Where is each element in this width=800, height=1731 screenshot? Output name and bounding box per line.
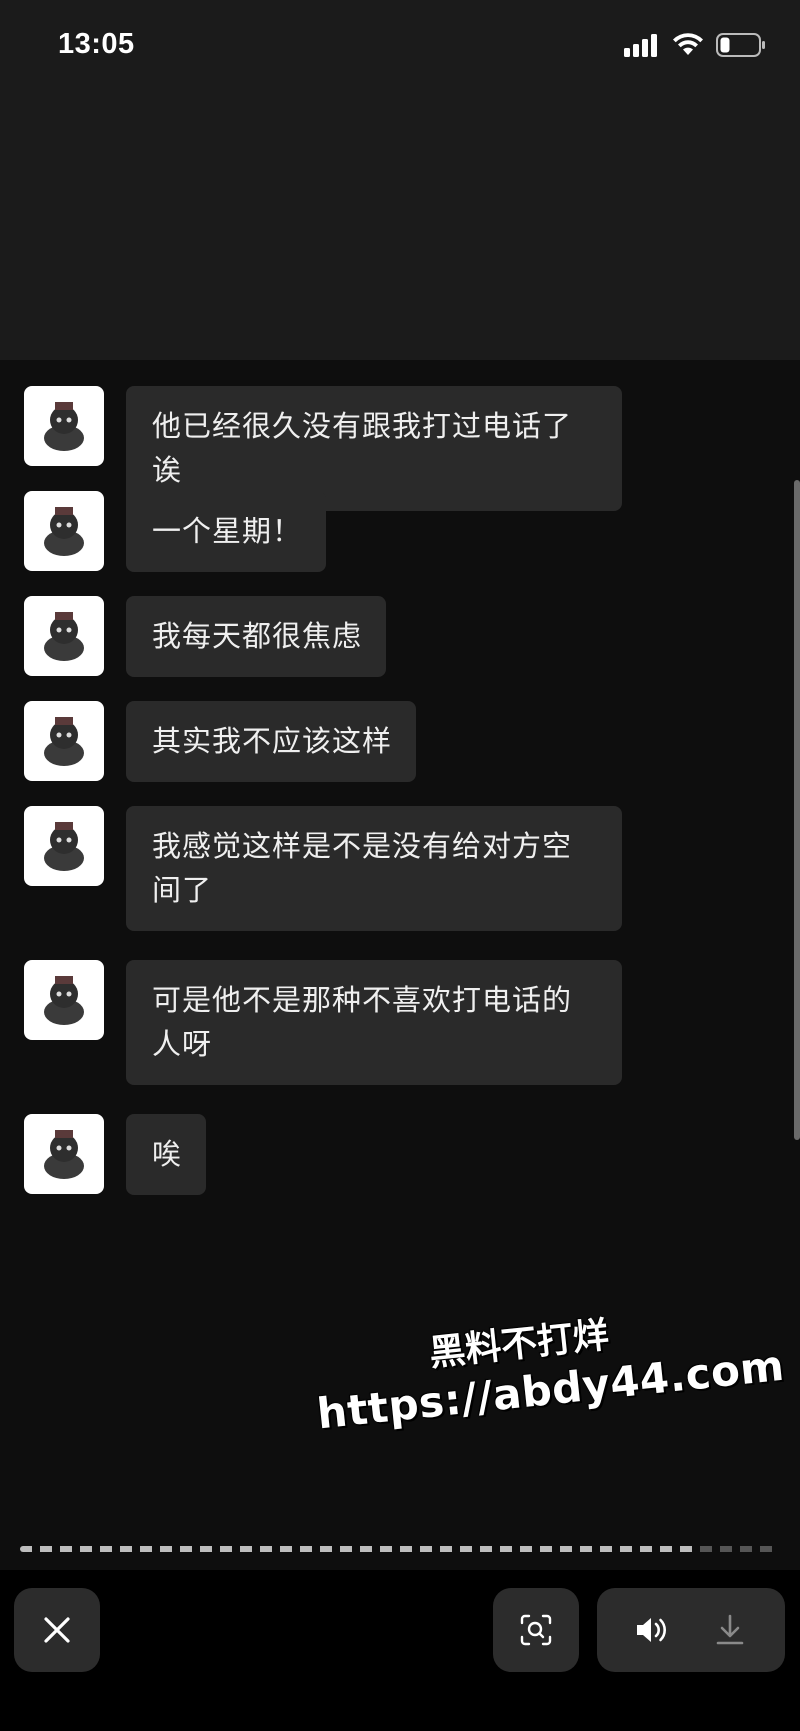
playback-progress[interactable] [20, 1546, 780, 1552]
status-time: 13:05 [58, 28, 135, 60]
wifi-icon [672, 33, 704, 61]
message-bubble[interactable]: 可是他不是那种不喜欢打电话的人呀 [126, 960, 622, 1085]
avatar[interactable] [24, 1114, 104, 1194]
speaker-button[interactable] [622, 1600, 682, 1660]
battery-icon [716, 32, 766, 62]
chat-message: 我感觉这样是不是没有给对方空间了 [24, 806, 622, 931]
message-bubble[interactable]: 我感觉这样是不是没有给对方空间了 [126, 806, 622, 931]
top-area: 13:05 [0, 0, 800, 360]
signal-icon [624, 33, 660, 61]
scrollbar[interactable] [794, 480, 800, 1140]
chat-message: 可是他不是那种不喜欢打电话的人呀 [24, 960, 622, 1085]
media-controls [597, 1588, 785, 1672]
avatar[interactable] [24, 701, 104, 781]
avatar[interactable] [24, 960, 104, 1040]
avatar[interactable] [24, 386, 104, 466]
playback-progress-remaining [700, 1546, 780, 1552]
scan-text-icon [520, 1614, 552, 1646]
status-icons [624, 32, 766, 62]
avatar-icon [44, 976, 84, 1025]
avatar-icon [44, 822, 84, 871]
chat-message: 一个星期！ [24, 491, 327, 572]
message-bubble[interactable]: 其实我不应该这样 [126, 701, 417, 782]
close-icon [44, 1617, 70, 1643]
speaker-icon [637, 1618, 666, 1642]
message-bubble[interactable]: 唉 [126, 1114, 207, 1195]
avatar-icon [44, 402, 84, 451]
chat-message: 我每天都很焦虑 [24, 596, 387, 677]
scan-text-button[interactable] [493, 1588, 579, 1672]
chat-message: 唉 [24, 1114, 207, 1195]
message-bubble[interactable]: 我每天都很焦虑 [126, 596, 387, 677]
avatar-icon [44, 507, 84, 556]
avatar-icon [44, 717, 84, 766]
download-button[interactable] [700, 1600, 760, 1660]
download-icon [716, 1614, 744, 1645]
avatar-icon [44, 1130, 84, 1179]
avatar[interactable] [24, 596, 104, 676]
avatar[interactable] [24, 806, 104, 886]
avatar-icon [44, 612, 84, 661]
close-button[interactable] [14, 1588, 100, 1672]
chat-message: 其实我不应该这样 [24, 701, 417, 782]
avatar[interactable] [24, 491, 104, 571]
message-bubble[interactable]: 一个星期！ [126, 491, 327, 572]
